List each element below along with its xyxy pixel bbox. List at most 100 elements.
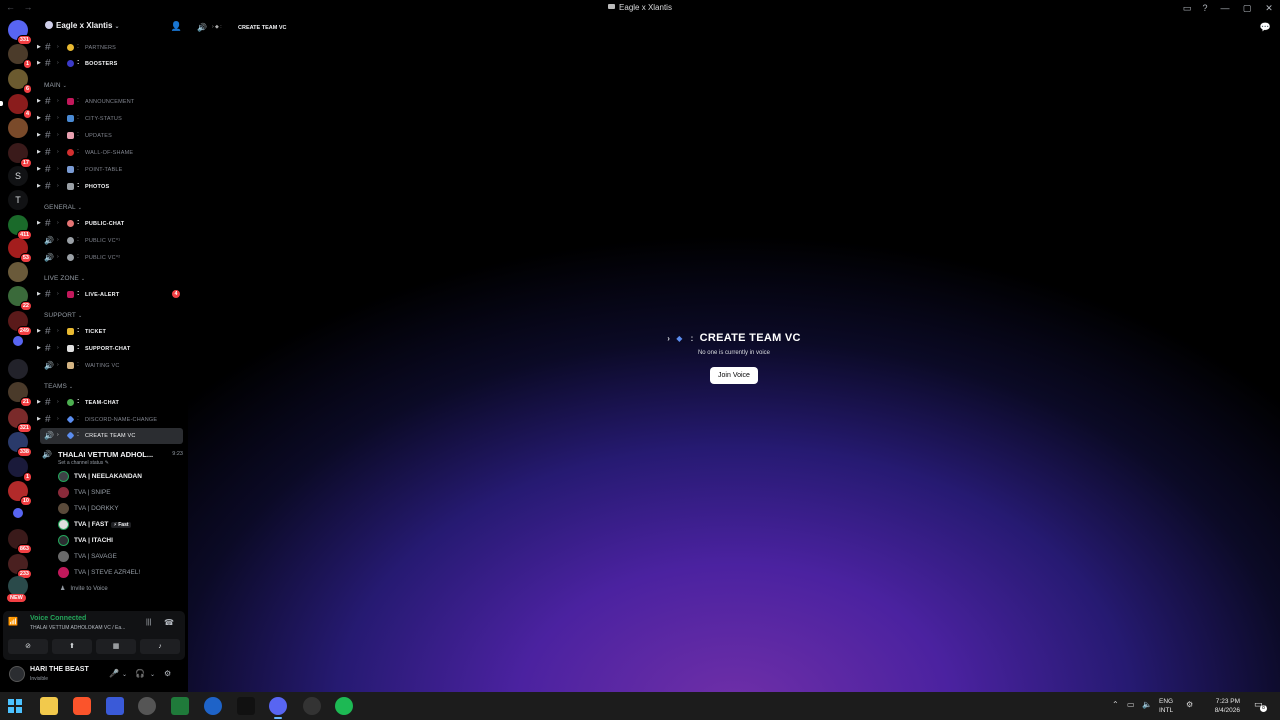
channel-ticket[interactable]: ▶ # › : ticket (37, 324, 183, 340)
channel-updates[interactable]: ▶ # › : updates (37, 128, 183, 144)
start-button[interactable] (6, 697, 24, 715)
set-channel-status[interactable]: Set a channel status ✎ (58, 460, 109, 466)
server-icon[interactable]: 17 (8, 143, 32, 168)
volume-icon[interactable]: 🔈 (1142, 700, 1152, 709)
voice-member[interactable]: TVA | NEELAKANDAN (58, 470, 182, 484)
app-icon[interactable] (303, 697, 321, 715)
maximize-button[interactable]: ▢ (1236, 0, 1258, 16)
voice-connected-subtitle[interactable]: THALAI VETTUM ADHOLOKAM VC / Ea... (30, 625, 125, 631)
channel-photos[interactable]: ▶ # › : photos (37, 179, 183, 195)
invite-to-voice[interactable]: ♟Invite to Voice› (60, 585, 190, 592)
channel-discord-name-change[interactable]: ▶ # › : discord-name-change (37, 412, 183, 428)
server-icon[interactable] (8, 576, 28, 596)
server-icon[interactable]: 863 (8, 529, 32, 554)
folder-icon[interactable] (13, 508, 23, 518)
app-icon[interactable] (204, 697, 222, 715)
channel-public-chat[interactable]: ▶ # › : public-chat (37, 216, 183, 232)
language-indicator[interactable]: ENG INTL (1159, 697, 1173, 715)
app-icon[interactable] (138, 697, 156, 715)
folder-icon[interactable] (13, 336, 23, 346)
channel-public-vc-01[interactable]: 🔊 › : public vc⁰¹ (40, 233, 183, 249)
activities-button[interactable]: ▦ (96, 639, 136, 654)
channel-public-vc-02[interactable]: 🔊 › : public vc⁰² (40, 250, 183, 266)
voice-member[interactable]: TVA | DORKKY (58, 502, 182, 516)
channel-boosters[interactable]: ▶ # › : boosters (37, 56, 183, 72)
avatar[interactable] (9, 666, 25, 682)
server-icon[interactable]: 1 (8, 44, 32, 69)
minimize-button[interactable]: — (1214, 0, 1236, 16)
add-user-icon[interactable]: 👤 (171, 21, 182, 32)
gear-icon[interactable]: ⚙ (164, 669, 171, 678)
guild-header[interactable]: Eagle x Xlantis ⌄ 👤 (36, 16, 188, 40)
spotify-icon[interactable] (335, 697, 353, 715)
channel-point-table[interactable]: ▶ # › : point-table (37, 162, 183, 178)
username[interactable]: HARI THE BEAST (30, 666, 89, 673)
category-support[interactable]: SUPPORT ⌄ (44, 312, 82, 319)
voice-member[interactable]: TVA | ITACHI (58, 534, 182, 548)
server-icon[interactable]: 21 (8, 382, 32, 407)
server-icon[interactable]: 4 (0, 94, 32, 119)
server-icon[interactable]: 233 (8, 554, 32, 579)
signal-icon[interactable]: 📶 (8, 617, 18, 626)
server-icon[interactable]: 338 (8, 432, 32, 457)
headphones-icon[interactable]: 🎧 (135, 669, 145, 678)
settings-icon[interactable]: ⚙ (1186, 700, 1193, 709)
channel-support-chat[interactable]: ▶ # › : support-chat (37, 341, 183, 357)
voice-member[interactable]: TVA | SNIPE (58, 486, 182, 500)
channel-city-status[interactable]: ▶ # › : city-status (37, 111, 183, 127)
file-explorer-icon[interactable] (40, 697, 58, 715)
server-icon[interactable]: S (8, 166, 28, 186)
channel-waiting-vc[interactable]: 🔊 › : waiting vc (40, 358, 183, 374)
help-icon[interactable]: ? (1196, 0, 1214, 16)
voice-member[interactable]: TVA | SAVAGE (58, 550, 182, 564)
chevron-down-icon[interactable]: ⌄ (150, 671, 155, 678)
channel-create-team-vc[interactable]: 🔊 › : create team vc (40, 428, 183, 444)
join-voice-button[interactable]: Join Voice (710, 367, 758, 384)
server-icon[interactable]: 22 (8, 286, 32, 311)
chat-icon[interactable]: 💬 (1260, 22, 1271, 33)
server-icon[interactable]: 10 (8, 481, 32, 506)
voice-member[interactable]: TVA | FAST ⚡ Fast (58, 518, 182, 532)
soundboard-button[interactable]: ♪ (140, 639, 180, 654)
close-button[interactable]: ✕ (1258, 0, 1280, 16)
network-icon[interactable]: ▭ (1127, 700, 1135, 709)
microphone-icon[interactable]: 🎤 (109, 669, 119, 678)
inbox-icon[interactable]: ▭ (1178, 0, 1196, 16)
app-icon[interactable] (106, 697, 124, 715)
terminal-icon[interactable] (171, 697, 189, 715)
server-icon[interactable]: 53 (8, 238, 32, 263)
category-main[interactable]: MAIN ⌄ (44, 82, 67, 89)
brave-browser-icon[interactable] (73, 697, 91, 715)
camera-off-button[interactable]: ⊘ (8, 639, 48, 654)
notification-icon[interactable]: ▭ 8 (1254, 699, 1267, 712)
channel-team-chat[interactable]: ▶ # › : team-chat (37, 395, 183, 411)
channel-partners[interactable]: ▶ # › : partners (37, 40, 183, 56)
disconnect-icon[interactable]: ☎ (164, 618, 174, 627)
clock[interactable]: 7:23 PM 8/4/2026 (1200, 697, 1240, 715)
home-button[interactable]: 331 (8, 20, 32, 45)
category-teams[interactable]: TEAMS ⌄ (44, 383, 73, 390)
server-icon[interactable] (8, 118, 28, 138)
channel-announcement[interactable]: ▶ # › : announcement (37, 94, 183, 110)
server-icon[interactable]: 6 (8, 69, 32, 94)
voice-timer: 9:23 (172, 451, 183, 457)
server-icon[interactable]: T (8, 190, 28, 210)
server-icon[interactable]: 249 (8, 311, 32, 336)
server-icon[interactable] (8, 262, 28, 282)
voice-connected-title[interactable]: Voice Connected (30, 615, 86, 622)
screen-share-button[interactable]: ⬆ (52, 639, 92, 654)
discord-icon[interactable] (269, 697, 287, 719)
server-icon[interactable] (8, 359, 28, 379)
app-icon[interactable] (237, 697, 255, 715)
noise-suppression-icon[interactable]: ||| (146, 619, 151, 626)
server-icon[interactable]: 1 (8, 457, 32, 482)
chevron-down-icon[interactable]: ⌄ (122, 671, 127, 678)
chevron-up-icon[interactable]: ⌃ (1112, 700, 1119, 709)
category-general[interactable]: GENERAL ⌄ (44, 204, 82, 211)
channel-wall-of-shame[interactable]: ▶ # › : wall-of-shame (37, 145, 183, 161)
server-icon[interactable]: 321 (8, 408, 32, 433)
voice-member[interactable]: TVA | STEVE AZR4EL! (58, 566, 182, 580)
category-live-zone[interactable]: LIVE ZONE ⌄ (44, 275, 85, 282)
server-icon[interactable]: 411 (8, 215, 32, 240)
channel-live-alert[interactable]: ▶ # › : live-alert 4 (37, 287, 183, 303)
